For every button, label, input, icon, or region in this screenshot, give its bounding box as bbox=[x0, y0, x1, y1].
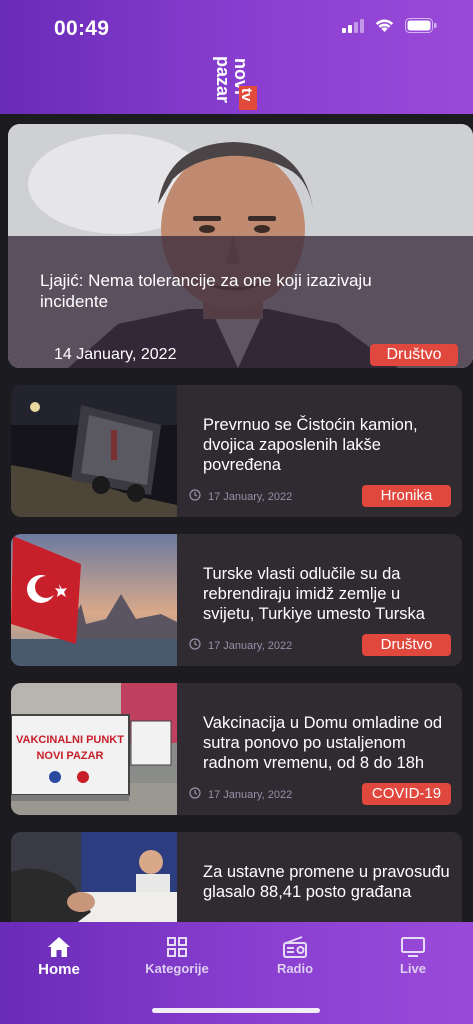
featured-article-title[interactable]: Ljajić: Nema tolerancije za one koji iza… bbox=[40, 270, 440, 312]
top-header: 00:49 pazar novi tv bbox=[0, 0, 473, 114]
tab-live[interactable]: Live bbox=[368, 932, 458, 976]
status-icons bbox=[342, 18, 437, 38]
logo-word-pazar: pazar bbox=[213, 56, 233, 103]
article-category-badge[interactable]: Društvo bbox=[362, 634, 451, 656]
tv-icon bbox=[368, 932, 458, 958]
signal-icon bbox=[342, 18, 364, 38]
article-date: 17 January, 2022 bbox=[189, 489, 292, 504]
thumbnail-sign-line2: NOVI PAZAR bbox=[36, 750, 103, 762]
logo-word-tv: tv bbox=[238, 88, 255, 102]
article-card[interactable]: Za ustavne promene u pravosuđu glasalo 8… bbox=[11, 832, 462, 922]
article-category-badge[interactable]: COVID-19 bbox=[362, 783, 451, 805]
featured-article-category-badge[interactable]: Društvo bbox=[370, 344, 458, 366]
wifi-icon bbox=[374, 18, 395, 38]
article-thumbnail bbox=[11, 832, 177, 922]
home-indicator[interactable] bbox=[152, 1008, 320, 1013]
article-card[interactable]: Turske vlasti odlučile su da rebrendiraj… bbox=[11, 534, 462, 666]
article-thumbnail bbox=[11, 534, 177, 666]
featured-article-date: 14 January, 2022 bbox=[54, 346, 177, 363]
battery-icon bbox=[405, 18, 437, 38]
article-category-badge[interactable]: Hronika bbox=[362, 485, 451, 507]
status-time: 00:49 bbox=[54, 17, 110, 40]
news-feed[interactable]: Ljajić: Nema tolerancije za one koji iza… bbox=[0, 114, 473, 922]
article-title[interactable]: Turske vlasti odlučile su da rebrendiraj… bbox=[203, 564, 451, 624]
novi-pazar-tv-logo[interactable]: pazar novi tv bbox=[213, 56, 261, 112]
article-title[interactable]: Za ustavne promene u pravosuđu glasalo 8… bbox=[203, 862, 451, 922]
tab-home[interactable]: Home bbox=[14, 932, 104, 978]
article-date: 17 January, 2022 bbox=[189, 787, 292, 802]
radio-icon bbox=[250, 932, 340, 958]
article-date-text: 17 January, 2022 bbox=[208, 788, 293, 801]
article-date: 17 January, 2022 bbox=[189, 638, 292, 653]
article-title[interactable]: Prevrnuo se Čistoćin kamion, dvojica zap… bbox=[203, 415, 451, 475]
article-date-text: 17 January, 2022 bbox=[208, 639, 293, 652]
tab-kategorije[interactable]: Kategorije bbox=[132, 932, 222, 976]
tab-home-label: Home bbox=[38, 961, 80, 978]
tab-radio[interactable]: Radio bbox=[250, 932, 340, 976]
article-card[interactable]: VAKCINALNI PUNKT NOVI PAZAR Vakcinacija … bbox=[11, 683, 462, 815]
grid-icon bbox=[132, 932, 222, 958]
article-card[interactable]: Prevrnuo se Čistoćin kamion, dvojica zap… bbox=[11, 385, 462, 517]
clock-icon bbox=[189, 638, 201, 653]
article-thumbnail: VAKCINALNI PUNKT NOVI PAZAR bbox=[11, 683, 177, 815]
featured-article[interactable]: Ljajić: Nema tolerancije za one koji iza… bbox=[8, 124, 473, 368]
clock-icon bbox=[189, 787, 201, 802]
clock-icon bbox=[189, 489, 201, 504]
tab-radio-label: Radio bbox=[276, 961, 314, 976]
home-icon bbox=[14, 932, 104, 958]
article-thumbnail bbox=[11, 385, 177, 517]
tab-live-label: Live bbox=[399, 961, 426, 976]
article-date-text: 17 January, 2022 bbox=[208, 490, 293, 503]
tab-kategorije-label: Kategorije bbox=[145, 961, 209, 976]
article-title[interactable]: Vakcinacija u Domu omladine od sutra pon… bbox=[203, 713, 451, 773]
thumbnail-sign-line1: VAKCINALNI PUNKT bbox=[16, 734, 124, 746]
